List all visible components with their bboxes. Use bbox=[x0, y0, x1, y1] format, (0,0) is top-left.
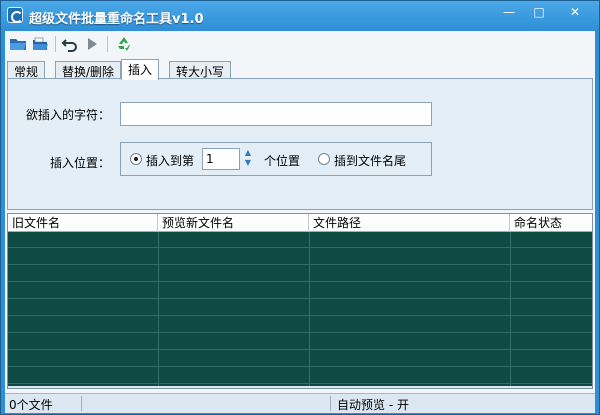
minimize-button[interactable]: — bbox=[495, 3, 523, 21]
position-options: 插入到第 1 ▲ ▼ 个位置 插到文件名尾 bbox=[120, 142, 432, 176]
column-preview-name[interactable]: 预览新文件名 bbox=[158, 214, 309, 232]
insert-at-end-radio[interactable] bbox=[318, 153, 330, 165]
insert-panel: 欲插入的字符： 插入位置： 插入到第 1 ▲ ▼ 个位置 插到文件名尾 bbox=[7, 78, 593, 210]
run-icon[interactable] bbox=[83, 35, 101, 53]
chevron-down-icon[interactable]: ▼ bbox=[242, 158, 254, 168]
chevron-up-icon[interactable]: ▲ bbox=[242, 148, 254, 158]
status-bar: 0个文件 自动预览 - 开 bbox=[5, 393, 595, 413]
table-row[interactable] bbox=[8, 334, 592, 350]
app-icon bbox=[7, 7, 23, 23]
auto-preview-status: 自动预览 - 开 bbox=[337, 398, 409, 412]
table-row[interactable] bbox=[8, 351, 592, 367]
insert-at-position-label[interactable]: 插入到第 bbox=[146, 152, 194, 169]
title-bar[interactable]: 超级文件批量重命名工具v1.0 — □ ✕ bbox=[1, 1, 599, 31]
table-row[interactable] bbox=[8, 283, 592, 299]
file-count: 0个文件 bbox=[9, 398, 53, 412]
grid-body bbox=[8, 232, 592, 386]
maximize-button[interactable]: □ bbox=[525, 3, 553, 21]
column-rename-status[interactable]: 命名状态 bbox=[510, 214, 592, 232]
undo-icon[interactable] bbox=[61, 35, 79, 53]
client-area: 常规 替换/删除 插入 转大小写 欲插入的字符： 插入位置： 插入到第 1 ▲ … bbox=[5, 31, 595, 413]
tab-case-convert[interactable]: 转大小写 bbox=[169, 61, 232, 79]
table-row[interactable] bbox=[8, 249, 592, 265]
tab-general[interactable]: 常规 bbox=[7, 61, 46, 79]
position-suffix: 个位置 bbox=[264, 154, 301, 168]
insert-at-end-label[interactable]: 插到文件名尾 bbox=[334, 152, 406, 169]
file-grid[interactable]: 旧文件名 预览新文件名 文件路径 命名状态 bbox=[7, 213, 593, 389]
table-row[interactable] bbox=[8, 300, 592, 316]
grid-header: 旧文件名 预览新文件名 文件路径 命名状态 bbox=[8, 214, 592, 232]
column-old-name[interactable]: 旧文件名 bbox=[8, 214, 158, 232]
position-number-input[interactable]: 1 bbox=[202, 148, 240, 170]
insert-position-label: 插入位置： bbox=[50, 156, 111, 170]
table-row[interactable] bbox=[8, 317, 592, 333]
open-files-icon[interactable] bbox=[31, 35, 49, 53]
close-button[interactable]: ✕ bbox=[555, 3, 595, 21]
insert-char-input[interactable] bbox=[120, 102, 432, 126]
tab-strip: 常规 替换/删除 插入 转大小写 bbox=[5, 59, 595, 80]
position-stepper[interactable]: ▲ ▼ bbox=[242, 148, 254, 168]
table-row[interactable] bbox=[8, 266, 592, 282]
column-file-path[interactable]: 文件路径 bbox=[309, 214, 510, 232]
window-title: 超级文件批量重命名工具v1.0 bbox=[29, 12, 204, 27]
insert-at-position-radio[interactable] bbox=[130, 153, 142, 165]
recycle-icon[interactable] bbox=[115, 35, 133, 53]
toolbar bbox=[5, 31, 595, 57]
insert-char-label: 欲插入的字符： bbox=[26, 108, 111, 122]
app-window: 超级文件批量重命名工具v1.0 — □ ✕ 常规 替换/删除 插入 转大小写 欲… bbox=[0, 0, 600, 415]
table-row[interactable] bbox=[8, 368, 592, 384]
open-folder-icon[interactable] bbox=[9, 35, 27, 53]
tab-insert[interactable]: 插入 bbox=[121, 59, 160, 80]
tab-replace-delete[interactable]: 替换/删除 bbox=[55, 61, 122, 79]
table-row[interactable] bbox=[8, 232, 592, 248]
horizontal-scrollbar[interactable] bbox=[8, 386, 592, 388]
